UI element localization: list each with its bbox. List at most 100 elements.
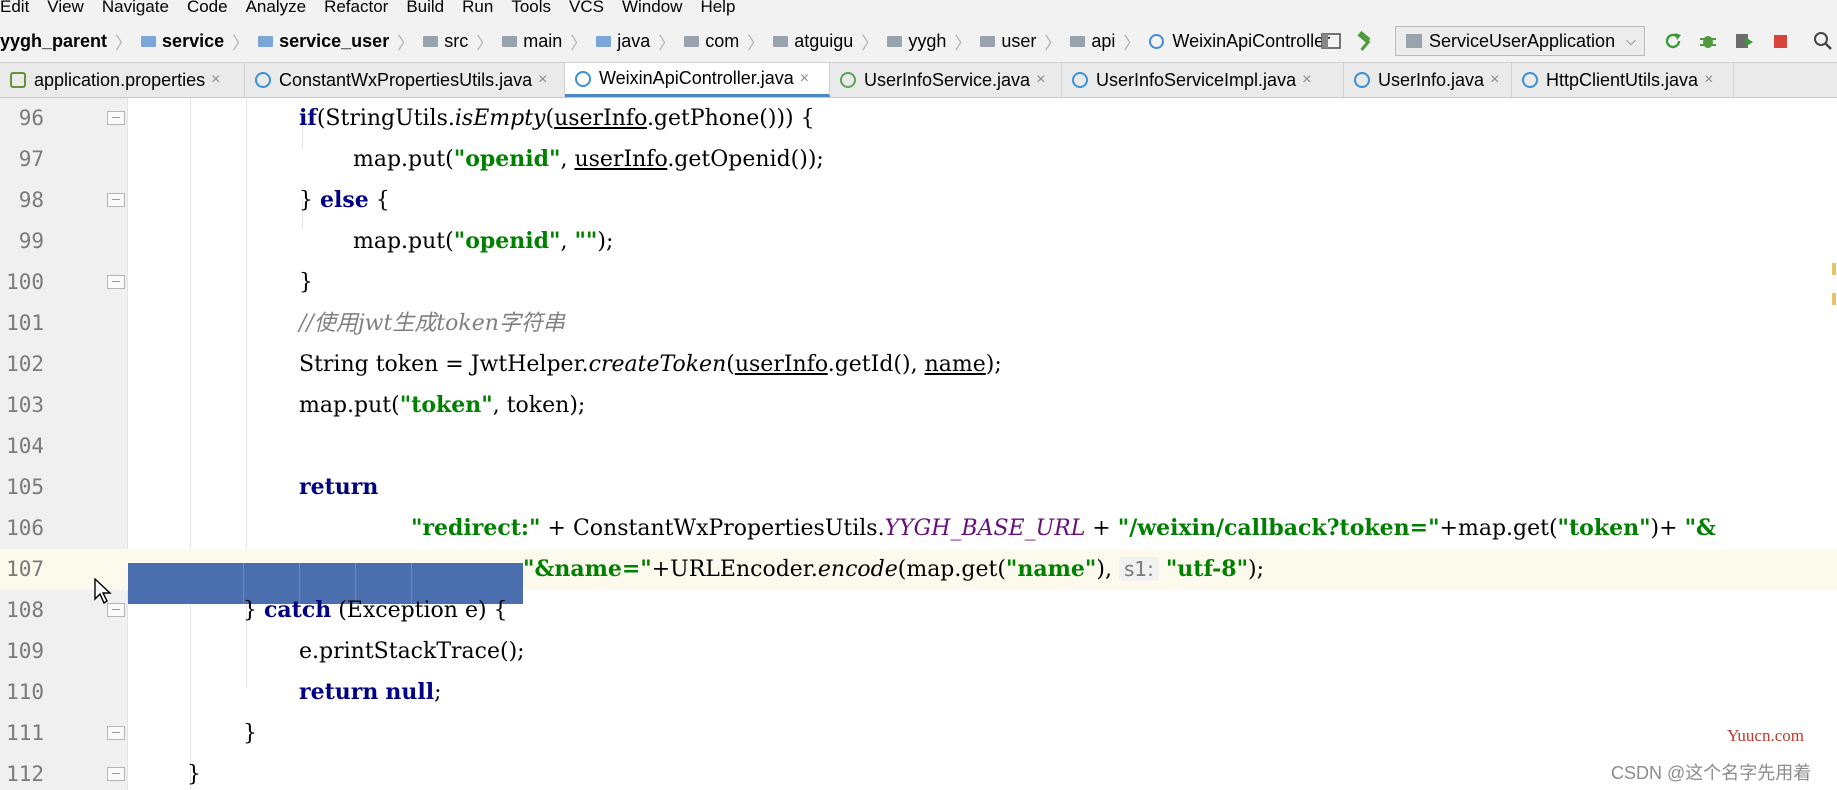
menu-run[interactable]: Run xyxy=(462,0,493,15)
menu-window[interactable]: Window xyxy=(622,0,682,15)
breadcrumb-item[interactable]: main 〉 xyxy=(502,29,596,54)
tab-userinfoserviceimpl[interactable]: UserInfoServiceImpl.java × xyxy=(1062,63,1344,97)
code-line[interactable]: 111 } xyxy=(0,713,1837,754)
watermark-site: Yuucn.com xyxy=(1727,726,1804,745)
tab-constantwxpropertiesutils[interactable]: ConstantWxPropertiesUtils.java × xyxy=(245,63,565,97)
chevron-right-icon: 〉 xyxy=(1123,33,1141,53)
run-with-coverage-icon[interactable] xyxy=(1733,30,1755,52)
line-number: 108 xyxy=(6,598,44,622)
code-text: "redirect:" + ConstantWxPropertiesUtils.… xyxy=(411,515,1716,541)
code-text: return null; xyxy=(299,679,442,705)
breadcrumb-item[interactable]: src 〉 xyxy=(423,29,502,54)
chevron-right-icon: 〉 xyxy=(658,33,676,53)
line-number: 105 xyxy=(6,475,44,499)
folder-icon xyxy=(423,35,439,47)
line-number: 111 xyxy=(6,721,44,745)
code-line[interactable]: 106 "redirect:" + ConstantWxPropertiesUt… xyxy=(0,508,1837,549)
close-tab-icon[interactable]: × xyxy=(1036,71,1045,89)
module-folder-icon xyxy=(141,35,157,47)
debug-icon[interactable] xyxy=(1697,30,1719,52)
stop-icon[interactable] xyxy=(1770,30,1792,52)
line-number: 97 xyxy=(18,147,44,171)
line-number: 100 xyxy=(6,270,44,294)
line-number: 98 xyxy=(18,188,44,212)
close-tab-icon[interactable]: × xyxy=(1704,71,1713,89)
chevron-right-icon: 〉 xyxy=(476,33,494,53)
chevron-down-icon: ⌵ xyxy=(1626,33,1636,48)
package-icon xyxy=(980,35,996,47)
code-line[interactable]: 97 map.put("openid", userInfo.getOpenid(… xyxy=(0,139,1837,180)
code-line[interactable]: 102 String token = JwtHelper.createToken… xyxy=(0,344,1837,385)
warning-stripe[interactable] xyxy=(1832,263,1836,275)
code-line[interactable]: 108 } catch (Exception e) { xyxy=(0,590,1837,631)
fold-marker-icon[interactable] xyxy=(107,193,125,207)
breadcrumb-item[interactable]: service 〉 xyxy=(141,29,258,54)
code-line[interactable]: 105 return xyxy=(0,467,1837,508)
editor-tabs: application.properties × ConstantWxProper… xyxy=(0,63,1837,98)
menu-build[interactable]: Build xyxy=(406,0,444,15)
menu-edit[interactable]: Edit xyxy=(0,0,29,15)
code-line[interactable]: 104 xyxy=(0,426,1837,467)
code-line[interactable]: 99 map.put("openid", ""); xyxy=(0,221,1837,262)
menu-tools[interactable]: Tools xyxy=(511,0,551,15)
close-tab-icon[interactable]: × xyxy=(800,70,809,88)
class-icon xyxy=(255,72,271,88)
tab-userinfo[interactable]: UserInfo.java × xyxy=(1344,63,1512,97)
breadcrumb-item[interactable]: atguigu 〉 xyxy=(773,29,887,54)
code-line[interactable]: 101 //使用jwt生成token字符串 xyxy=(0,303,1837,344)
fold-marker-icon[interactable] xyxy=(107,275,125,289)
code-line[interactable]: 96 if(StringUtils.isEmpty(userInfo.getPh… xyxy=(0,98,1837,139)
fold-marker-icon[interactable] xyxy=(107,111,125,125)
code-text: } xyxy=(299,270,313,295)
code-text: } xyxy=(243,721,257,746)
menu-navigate[interactable]: Navigate xyxy=(102,0,169,15)
run-configuration-select[interactable]: ServiceUserApplication ⌵ xyxy=(1395,26,1645,56)
menu-code[interactable]: Code xyxy=(187,0,228,15)
code-line[interactable]: 100 } xyxy=(0,262,1837,303)
close-tab-icon[interactable]: × xyxy=(211,71,220,89)
chevron-right-icon: 〉 xyxy=(232,33,250,53)
menu-analyze[interactable]: Analyze xyxy=(246,0,306,15)
code-line[interactable]: 109 e.printStackTrace(); xyxy=(0,631,1837,672)
tab-application-properties[interactable]: application.properties × xyxy=(0,63,245,97)
tab-userinfoservice[interactable]: UserInfoService.java × xyxy=(830,63,1062,97)
breadcrumb-item[interactable]: WeixinApiController xyxy=(1149,31,1330,52)
breadcrumb-item[interactable]: user 〉 xyxy=(980,29,1070,54)
build-hammer-icon[interactable] xyxy=(1355,30,1377,52)
code-line[interactable]: 110 return null; xyxy=(0,672,1837,713)
menu-vcs[interactable]: VCS xyxy=(569,0,604,15)
menu-refactor[interactable]: Refactor xyxy=(324,0,388,15)
fold-marker-icon[interactable] xyxy=(107,726,125,740)
code-line[interactable]: 103 map.put("token", token); xyxy=(0,385,1837,426)
menu-help[interactable]: Help xyxy=(700,0,735,15)
line-number: 102 xyxy=(6,352,44,376)
code-editor[interactable]: 96 if(StringUtils.isEmpty(userInfo.getPh… xyxy=(0,98,1837,790)
window-layout-icon[interactable] xyxy=(1320,30,1342,52)
line-number: 106 xyxy=(6,516,44,540)
module-folder-icon xyxy=(258,35,274,47)
code-line[interactable]: 112 } xyxy=(0,754,1837,790)
rerun-icon[interactable] xyxy=(1662,30,1684,52)
breadcrumb-item[interactable]: api 〉 xyxy=(1070,29,1149,54)
code-line[interactable]: 98 } else { xyxy=(0,180,1837,221)
close-tab-icon[interactable]: × xyxy=(1490,71,1499,89)
fold-marker-icon[interactable] xyxy=(107,767,125,781)
package-icon xyxy=(1070,35,1086,47)
line-number: 107 xyxy=(6,557,44,581)
code-text: } xyxy=(187,762,201,787)
code-text: String token = JwtHelper.createToken(use… xyxy=(299,352,1002,377)
breadcrumb-item[interactable]: yygh_parent 〉 xyxy=(0,29,141,54)
breadcrumb-item[interactable]: com 〉 xyxy=(684,29,773,54)
breadcrumb-item[interactable]: service_user 〉 xyxy=(258,29,423,54)
tab-httpclientutils[interactable]: HttpClientUtils.java × xyxy=(1512,63,1734,97)
menu-view[interactable]: View xyxy=(47,0,84,15)
search-icon[interactable] xyxy=(1812,30,1834,52)
fold-marker-icon[interactable] xyxy=(107,603,125,617)
breadcrumb-item[interactable]: yygh 〉 xyxy=(887,29,980,54)
warning-stripe[interactable] xyxy=(1832,293,1836,305)
menu-bar: Edit View Navigate Code Analyze Refactor Build… xyxy=(0,0,1837,20)
close-tab-icon[interactable]: × xyxy=(1302,71,1311,89)
breadcrumb-item[interactable]: java 〉 xyxy=(596,29,684,54)
tab-weixinapicontroller[interactable]: WeixinApiController.java × xyxy=(565,63,830,97)
close-tab-icon[interactable]: × xyxy=(538,71,547,89)
